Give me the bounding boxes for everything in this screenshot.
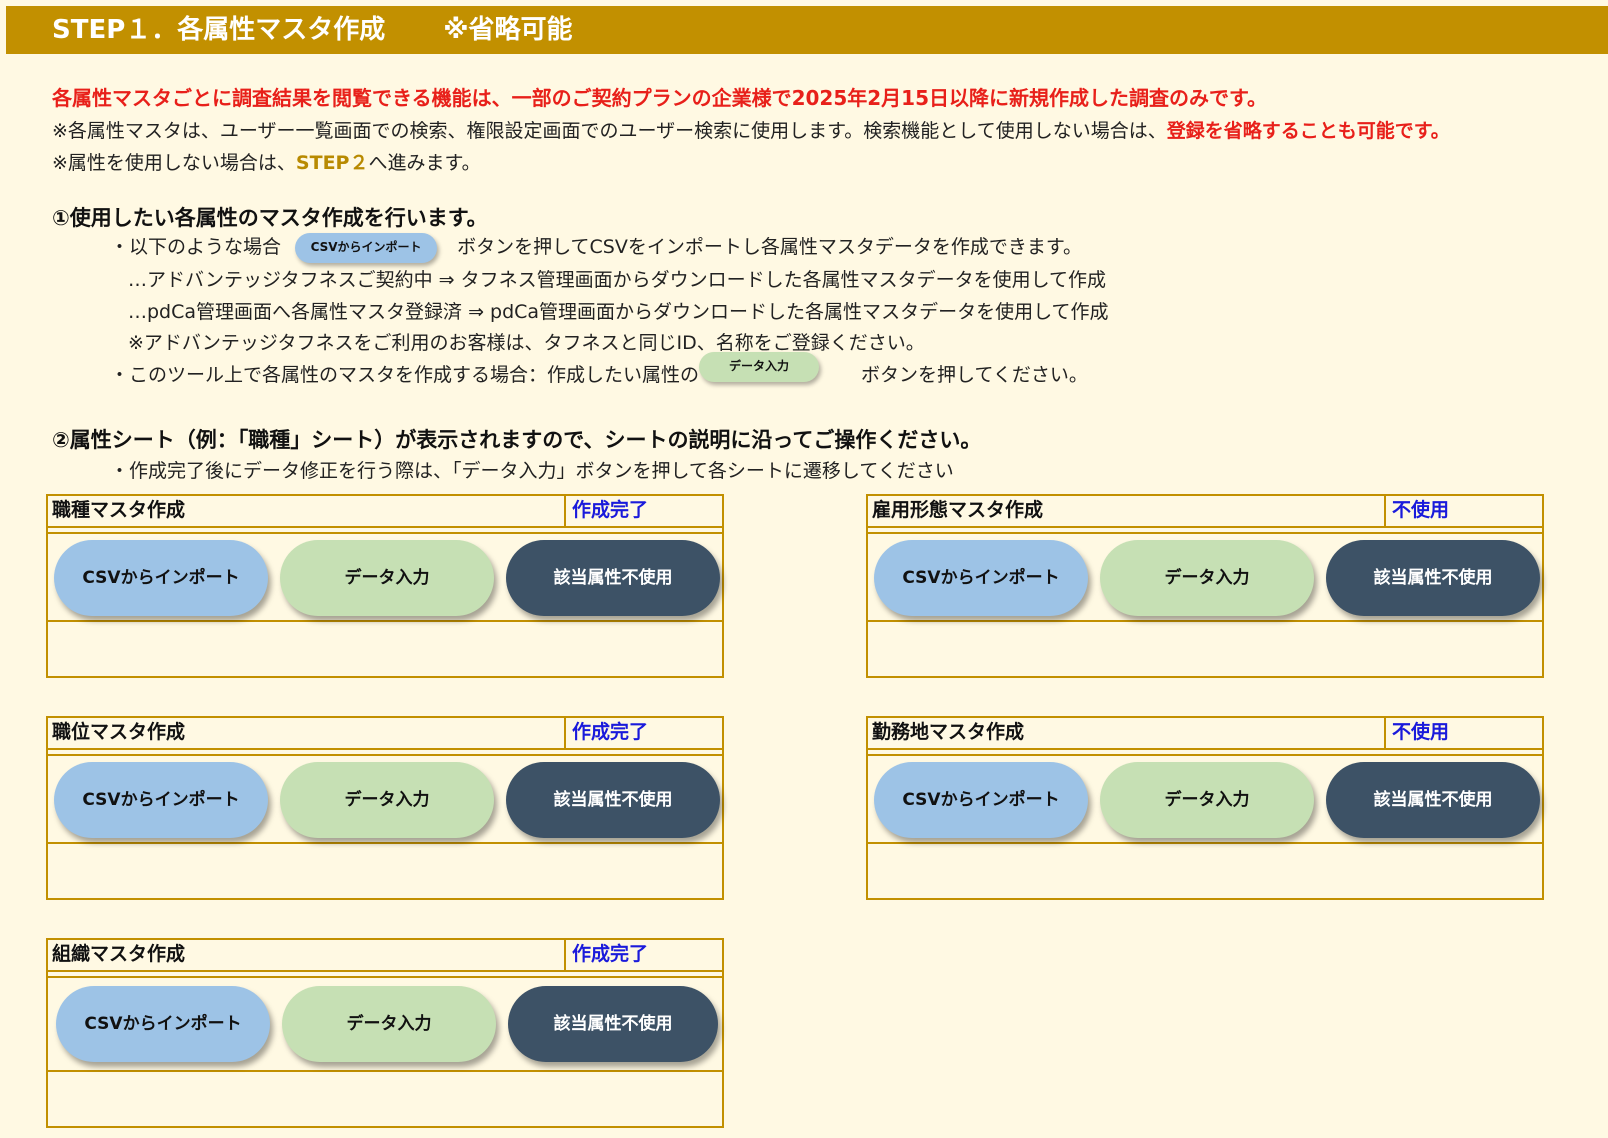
bullet1-suffix: ボタンを押してCSVをインポートし各属性マスタデータを作成できます。 bbox=[457, 236, 1082, 258]
attribute-unused-button[interactable]: 該当属性不使用 bbox=[1326, 762, 1540, 838]
panel-button-row: CSVからインポート データ入力 該当属性不使用 bbox=[868, 532, 1542, 622]
panel-job-type: 職種マスタ作成 作成完了 CSVからインポート データ入力 該当属性不使用 bbox=[46, 494, 724, 678]
csv-import-button[interactable]: CSVからインポート bbox=[54, 762, 268, 838]
section1-bullet1: ・以下のような場合 CSVからインポート ボタンを押してCSVをインポートし各属… bbox=[110, 232, 1082, 263]
csv-import-button[interactable]: CSVからインポート bbox=[874, 540, 1088, 616]
data-entry-button[interactable]: データ入力 bbox=[280, 540, 494, 616]
panel-position: 職位マスタ作成 作成完了 CSVからインポート データ入力 該当属性不使用 bbox=[46, 716, 724, 900]
attribute-unused-button[interactable]: 該当属性不使用 bbox=[506, 762, 720, 838]
panel-title: 職位マスタ作成 bbox=[48, 718, 566, 750]
panel-title: 雇用形態マスタ作成 bbox=[868, 496, 1386, 528]
panel-title: 組織マスタ作成 bbox=[48, 940, 566, 972]
notice-line-3-suffix: へ進みます。 bbox=[368, 152, 481, 174]
section2-heading: ②属性シート（例：「職種」シート）が表示されますので、シートの説明に沿ってご操作… bbox=[52, 428, 982, 452]
notice-line-3-text: ※属性を使用しない場合は、 bbox=[52, 152, 296, 174]
notice-line-2-text: ※各属性マスタは、ユーザー一覧画面での検索、権限設定画面でのユーザー検索に使用し… bbox=[52, 120, 1167, 142]
data-entry-button[interactable]: データ入力 bbox=[282, 986, 496, 1062]
section1-sub3: ※アドバンテッジタフネスをご利用のお客様は、タフネスと同じID、名称をご登録くだ… bbox=[128, 332, 925, 354]
data-entry-button[interactable]: データ入力 bbox=[280, 762, 494, 838]
panel-button-row: CSVからインポート データ入力 該当属性不使用 bbox=[48, 976, 722, 1072]
panel-status: 不使用 bbox=[1386, 496, 1542, 528]
csv-import-button[interactable]: CSVからインポート bbox=[874, 762, 1088, 838]
section1-heading: ①使用したい各属性のマスタ作成を行います。 bbox=[52, 206, 488, 230]
csv-import-button[interactable]: CSVからインポート bbox=[54, 540, 268, 616]
attribute-unused-button[interactable]: 該当属性不使用 bbox=[508, 986, 718, 1062]
bullet2-prefix: ・このツール上で各属性のマスタを作成する場合：作成したい属性の bbox=[110, 364, 700, 386]
plan-warning: 各属性マスタごとに調査結果を閲覧できる機能は、一部のご契約プランの企業様で202… bbox=[52, 86, 1268, 110]
section1-bullet2: ・このツール上で各属性のマスタを作成する場合：作成したい属性の データ入力 ボタンを… bbox=[110, 351, 1088, 391]
bullet2-suffix: ボタンを押してください。 bbox=[861, 364, 1088, 386]
attribute-unused-button[interactable]: 該当属性不使用 bbox=[506, 540, 720, 616]
panel-button-row: CSVからインポート データ入力 該当属性不使用 bbox=[48, 754, 722, 844]
data-entry-button[interactable]: データ入力 bbox=[1100, 762, 1314, 838]
panel-button-row: CSVからインポート データ入力 該当属性不使用 bbox=[48, 532, 722, 622]
csv-import-button[interactable]: CSVからインポート bbox=[56, 986, 270, 1062]
bullet1-prefix: ・以下のような場合 bbox=[110, 236, 282, 258]
panel-status: 作成完了 bbox=[566, 496, 722, 528]
panel-status: 作成完了 bbox=[566, 718, 722, 750]
panel-status: 不使用 bbox=[1386, 718, 1542, 750]
notice-line-3: ※属性を使用しない場合は、STEP２へ進みます。 bbox=[52, 148, 481, 175]
data-entry-button[interactable]: データ入力 bbox=[1100, 540, 1314, 616]
inline-csv-button-sample: CSVからインポート bbox=[295, 232, 438, 263]
section1-sub2: …pdCa管理画面へ各属性マスタ登録済 ⇒ pdCa管理画面からダウンロードした… bbox=[128, 301, 1109, 323]
panel-employment-type: 雇用形態マスタ作成 不使用 CSVからインポート データ入力 該当属性不使用 bbox=[866, 494, 1544, 678]
inline-data-button-sample: データ入力 bbox=[699, 351, 820, 382]
step1-optional-note: ※省略可能 bbox=[443, 15, 573, 45]
step1-header: STEP１．各属性マスタ作成 ※省略可能 bbox=[6, 6, 1608, 54]
step2-link[interactable]: STEP２ bbox=[296, 152, 369, 174]
panel-status: 作成完了 bbox=[566, 940, 722, 972]
panel-title: 職種マスタ作成 bbox=[48, 496, 566, 528]
notice-line-2-highlight: 登録を省略することも可能です。 bbox=[1166, 120, 1450, 142]
step1-title: STEP１．各属性マスタ作成 bbox=[52, 15, 386, 45]
panel-organization: 組織マスタ作成 作成完了 CSVからインポート データ入力 該当属性不使用 bbox=[46, 938, 724, 1128]
panel-title: 勤務地マスタ作成 bbox=[868, 718, 1386, 750]
section1-sub1: …アドバンテッジタフネスご契約中 ⇒ タフネス管理画面からダウンロードした各属性… bbox=[128, 269, 1107, 291]
panel-button-row: CSVからインポート データ入力 該当属性不使用 bbox=[868, 754, 1542, 844]
attribute-unused-button[interactable]: 該当属性不使用 bbox=[1326, 540, 1540, 616]
section2-bullet: ・作成完了後にデータ修正を行う際は、「データ入力」ボタンを押して各シートに遷移し… bbox=[110, 460, 954, 482]
notice-line-2: ※各属性マスタは、ユーザー一覧画面での検索、権限設定画面でのユーザー検索に使用し… bbox=[52, 116, 1450, 143]
panel-work-location: 勤務地マスタ作成 不使用 CSVからインポート データ入力 該当属性不使用 bbox=[866, 716, 1544, 900]
